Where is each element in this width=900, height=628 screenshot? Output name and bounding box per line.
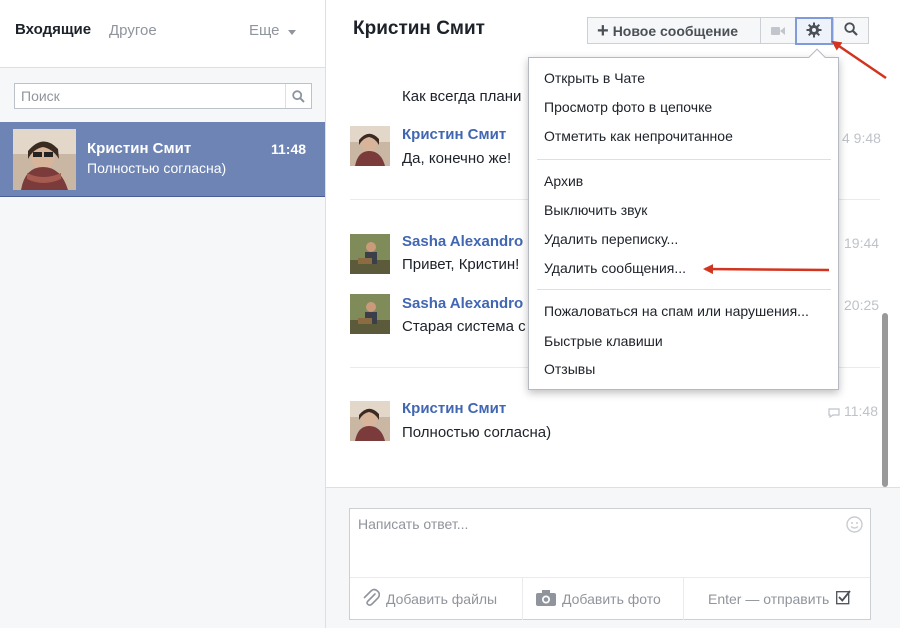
menu-item-open-in-chat[interactable]: Открыть в Чате <box>544 70 645 86</box>
add-photo-button[interactable]: Добавить фото <box>536 578 661 620</box>
message-text: Старая система с <box>402 318 526 335</box>
message-time: 20:25 <box>844 297 880 313</box>
message-author[interactable]: Кристин Смит <box>402 400 506 417</box>
checkbox-icon[interactable] <box>836 590 857 608</box>
conversation-list-item[interactable]: Кристин Смит 11:48 Полностью согласна) <box>0 122 325 197</box>
conversation-sidebar: Входящие Другое Еще Кристин Смит 11:48 П… <box>0 0 326 628</box>
menu-item-delete-conversation[interactable]: Удалить переписку... <box>544 231 678 247</box>
tab-inbox[interactable]: Входящие <box>15 21 91 38</box>
message-time: 4 9:48 <box>842 130 881 146</box>
new-message-label: Новое сообщение <box>612 22 738 39</box>
message-time: 11:48 <box>844 403 878 419</box>
menu-divider <box>537 159 831 160</box>
message-text: Да, конечно же! <box>402 150 512 167</box>
menu-item-archive[interactable]: Архив <box>544 173 583 189</box>
message-text: Как всегда плани <box>402 88 522 105</box>
menu-item-mute[interactable]: Выключить звук <box>544 202 647 218</box>
emoji-icon[interactable] <box>846 516 863 536</box>
search-icon <box>844 22 858 39</box>
avatar <box>350 294 390 334</box>
scrollbar[interactable] <box>882 313 888 487</box>
settings-button[interactable] <box>795 17 833 45</box>
avatar <box>350 126 390 166</box>
conversation-preview: Полностью согласна) <box>87 160 227 176</box>
paperclip-icon <box>362 588 386 611</box>
menu-item-view-photos[interactable]: Просмотр фото в цепочке <box>544 99 712 115</box>
add-files-button[interactable]: Добавить файлы <box>362 578 497 620</box>
conversation-time: 11:48 <box>271 141 307 157</box>
divider <box>683 578 684 620</box>
chevron-down-icon[interactable] <box>288 30 296 35</box>
message-text: Полностью согласна) <box>402 424 552 441</box>
avatar <box>13 129 76 190</box>
search-box <box>14 83 312 109</box>
search-icon[interactable] <box>285 84 311 108</box>
menu-item-mark-unread[interactable]: Отметить как непрочитанное <box>544 128 733 144</box>
composer-toolbar: Добавить файлы Добавить фото Enter — отп… <box>350 577 870 620</box>
message-author[interactable]: Sasha Alexandro <box>402 233 523 250</box>
new-message-button[interactable]: + Новое сообщение <box>587 17 761 44</box>
page-title: Кристин Смит <box>353 18 485 39</box>
conversation-name: Кристин Смит <box>87 140 192 157</box>
gear-icon <box>806 22 822 41</box>
seen-icon <box>828 405 840 421</box>
video-icon <box>771 23 785 39</box>
enter-to-send-toggle[interactable]: Enter — отправить <box>708 578 857 620</box>
search-thread-button[interactable] <box>833 17 869 44</box>
add-photo-label: Добавить фото <box>562 591 661 607</box>
menu-divider <box>537 289 831 290</box>
menu-item-feedback[interactable]: Отзывы <box>544 361 595 377</box>
reply-input[interactable] <box>350 509 840 575</box>
avatar <box>350 401 390 441</box>
message-time: 19:44 <box>844 235 880 251</box>
inbox-tabs: Входящие Другое Еще <box>0 0 325 68</box>
message-text: Привет, Кристин! <box>402 256 520 273</box>
message-author[interactable]: Sasha Alexandro <box>402 295 523 312</box>
message-author[interactable]: Кристин Смит <box>402 126 506 143</box>
plus-icon: + <box>597 19 609 42</box>
divider <box>522 578 523 620</box>
menu-item-delete-messages[interactable]: Удалить сообщения... <box>544 260 686 276</box>
tab-more[interactable]: Еще <box>249 22 280 39</box>
composer-area: Добавить файлы Добавить фото Enter — отп… <box>326 487 900 628</box>
camera-icon <box>536 589 562 609</box>
tab-other[interactable]: Другое <box>109 22 157 39</box>
enter-send-label: Enter — отправить <box>708 591 830 607</box>
settings-dropdown-menu: Открыть в Чате Просмотр фото в цепочке О… <box>528 48 839 390</box>
video-call-button[interactable] <box>760 17 796 44</box>
menu-item-report-spam[interactable]: Пожаловаться на спам или нарушения... <box>544 303 809 319</box>
avatar <box>350 234 390 274</box>
add-files-label: Добавить файлы <box>386 591 498 607</box>
search-input[interactable] <box>15 84 287 108</box>
menu-item-keyboard-shortcuts[interactable]: Быстрые клавиши <box>544 333 663 349</box>
composer: Добавить файлы Добавить фото Enter — отп… <box>349 508 871 620</box>
